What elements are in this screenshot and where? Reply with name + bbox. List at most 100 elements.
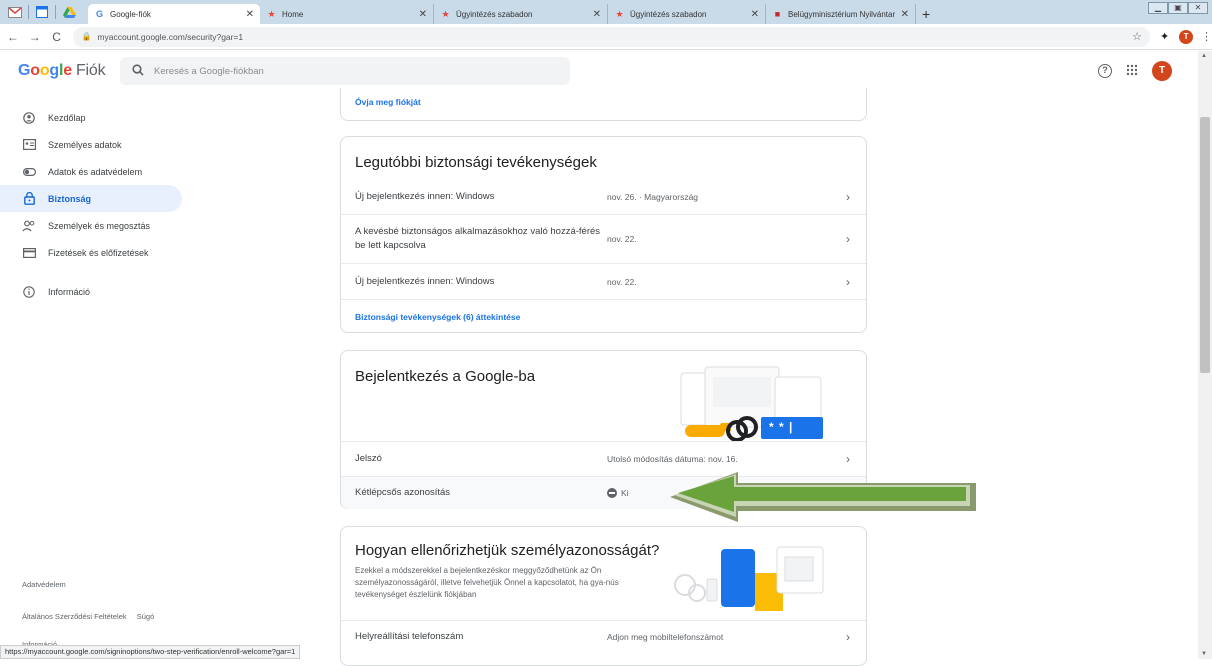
sidebar-item-szemelyes-adatok[interactable]: Személyes adatok	[0, 131, 182, 158]
chevron-right-icon: ›	[846, 189, 850, 204]
sidebar-item-label: Fizetések és előfizetések	[48, 247, 149, 258]
sidebar-item-biztonsag[interactable]: Biztonság	[0, 185, 182, 212]
two-step-label: Kétlépcsős azonosítás	[355, 487, 451, 498]
minimize-button[interactable]: ▁	[1148, 2, 1168, 14]
footer-help-link[interactable]: Súgó	[137, 612, 155, 621]
toggle-icon	[22, 165, 36, 179]
pinned-tabs	[0, 0, 80, 24]
password-label: Jelszó	[355, 453, 382, 464]
bookmark-star-icon[interactable]: ☆	[1132, 30, 1142, 43]
sidebar-item-label: Személyes adatok	[48, 139, 122, 150]
signin-illustration: * * |	[677, 365, 827, 442]
status-off-icon	[607, 488, 617, 498]
activity-row[interactable]: Új bejelentkezés innen: Windows nov. 26.…	[341, 179, 866, 214]
site-favicon-icon: ★	[441, 8, 450, 19]
browser-menu-icon[interactable]: ⋮	[1201, 30, 1212, 43]
back-icon[interactable]: ←	[4, 30, 22, 44]
browser-tab-bar: G Google-fiók ✕ ★ Home ✕ ★ Ügyintézés sz…	[0, 0, 1212, 24]
footer-terms-link[interactable]: Általános Szerződési Feltételek	[22, 612, 127, 621]
lock-icon[interactable]: 🔒	[81, 32, 91, 41]
close-tab-icon[interactable]: ✕	[593, 9, 601, 20]
logo-letter: o	[39, 62, 50, 79]
footer-terms-row: Általános Szerződési Feltételek Súgó	[22, 612, 154, 621]
drive-icon[interactable]	[58, 3, 80, 21]
card-title: Bejelentkezés a Google-ba	[355, 368, 536, 385]
page-scrollbar[interactable]: ▲ ▼	[1198, 51, 1212, 659]
password-last-changed: Utolsó módosítás dátuma: nov. 16.	[607, 454, 738, 464]
mail-icon[interactable]	[4, 3, 26, 21]
account-search-input[interactable]: Keresés a Google-fiókban	[120, 57, 570, 85]
url-field[interactable]: 🔒 myaccount.google.com/security?gar=1 ☆	[73, 26, 1150, 47]
google-fiok-logo[interactable]: Google Fiók	[18, 62, 106, 80]
sidebar-item-kezdolap[interactable]: Kezdőlap	[0, 104, 182, 131]
close-tab-icon[interactable]: ✕	[246, 9, 254, 20]
chevron-right-icon: ›	[846, 232, 850, 246]
extensions-icon[interactable]: ✦	[1160, 30, 1169, 43]
scroll-up-icon[interactable]: ▲	[1201, 53, 1207, 59]
two-step-status-text: Ki	[621, 488, 629, 498]
card-title: Legutóbbi biztonsági tevékenységek	[355, 154, 597, 171]
review-activity-row: Biztonsági tevékenységek (6) áttekintése	[341, 299, 866, 333]
recovery-phone-row[interactable]: Helyreállítási telefonszám Adjon meg mob…	[341, 620, 866, 652]
close-tab-icon[interactable]: ✕	[901, 9, 909, 20]
sidebar-item-label: Információ	[48, 286, 91, 297]
profile-avatar[interactable]: T	[1179, 29, 1193, 44]
help-icon[interactable]: ?	[1098, 64, 1112, 78]
forward-icon[interactable]: →	[26, 30, 44, 44]
maximize-button[interactable]: ▣	[1168, 2, 1188, 14]
recovery-phone-value: Adjon meg mobiltelefonszámot	[607, 631, 724, 642]
site-favicon-icon: ★	[267, 8, 276, 19]
close-tab-icon[interactable]: ✕	[751, 9, 759, 20]
activity-row[interactable]: Új bejelentkezés innen: Windows nov. 22.…	[341, 263, 866, 299]
review-activity-link[interactable]: Biztonsági tevékenységek (6) áttekintése	[341, 312, 520, 322]
site-favicon-icon: ★	[615, 8, 624, 19]
new-tab-button[interactable]: +	[922, 4, 930, 24]
account-avatar[interactable]: T	[1152, 61, 1172, 81]
tab-home[interactable]: ★ Home ✕	[260, 4, 434, 24]
annotation-arrow	[668, 470, 980, 524]
tab-separator	[28, 5, 29, 19]
card-icon	[22, 246, 36, 260]
logo-letter: o	[30, 62, 40, 79]
recent-security-activity-card: Legutóbbi biztonsági tevékenységek Új be…	[340, 136, 867, 333]
sidebar-item-informacio[interactable]: Információ	[0, 278, 182, 305]
header-actions: ? T	[1098, 61, 1172, 81]
verify-identity-card: Hogyan ellenőrizhetjük személyazonosságá…	[340, 526, 867, 666]
logo-suffix: Fiók	[75, 62, 106, 79]
verify-illustration	[657, 543, 827, 613]
tab-ugyintezes-2[interactable]: ★ Ügyintézés szabadon ✕	[608, 4, 766, 24]
scroll-down-icon[interactable]: ▼	[1201, 651, 1207, 657]
link-status-bar: https://myaccount.google.com/signinoptio…	[0, 645, 301, 659]
url-text: myaccount.google.com/security?gar=1	[97, 31, 244, 42]
google-favicon-icon: G	[95, 9, 103, 19]
activity-label: Új bejelentkezés innen: Windows	[355, 190, 495, 202]
window-controls: ▁ ▣ ✕	[1148, 2, 1208, 14]
protect-account-link[interactable]: Óvja meg fiókját	[355, 97, 421, 107]
people-icon	[22, 219, 36, 233]
sidebar-item-label: Biztonság	[48, 193, 92, 204]
sidebar-item-fizetesek[interactable]: Fizetések és előfizetések	[0, 239, 182, 266]
id-card-icon	[22, 138, 36, 152]
apps-grid-icon[interactable]	[1126, 64, 1138, 79]
tab-google-fiok[interactable]: G Google-fiók ✕	[88, 4, 260, 24]
tab-title: Google-fiók	[110, 9, 151, 19]
info-icon	[22, 285, 36, 299]
footer-privacy-link[interactable]: Adatvédelem	[22, 580, 66, 589]
sidebar-item-adatok[interactable]: Adatok és adatvédelem	[0, 158, 182, 185]
sidebar-item-szemelyek[interactable]: Személyek és megosztás	[0, 212, 182, 239]
tab-ugyintezes-1[interactable]: ★ Ügyintézés szabadon ✕	[434, 4, 608, 24]
site-favicon-icon: ■	[774, 9, 781, 19]
lock-icon	[22, 192, 36, 206]
activity-label: A kevésbé biztonságos alkalmazásokhoz va…	[355, 226, 601, 251]
tab-belugyminiszterium[interactable]: ■ Belügyminisztérium Nyilvántartá ✕	[766, 4, 916, 24]
close-window-button[interactable]: ✕	[1188, 2, 1208, 14]
calendar-icon[interactable]	[31, 3, 53, 21]
activity-row[interactable]: A kevésbé biztonságos alkalmazásokhoz va…	[341, 214, 866, 263]
search-placeholder: Keresés a Google-fiókban	[154, 65, 264, 77]
reload-icon[interactable]: C	[48, 30, 66, 44]
activity-value: nov. 22.	[607, 276, 637, 287]
logo-letter: g	[49, 62, 59, 79]
close-tab-icon[interactable]: ✕	[419, 9, 427, 20]
chevron-right-icon: ›	[846, 629, 850, 644]
scrollbar-thumb[interactable]	[1200, 117, 1210, 373]
